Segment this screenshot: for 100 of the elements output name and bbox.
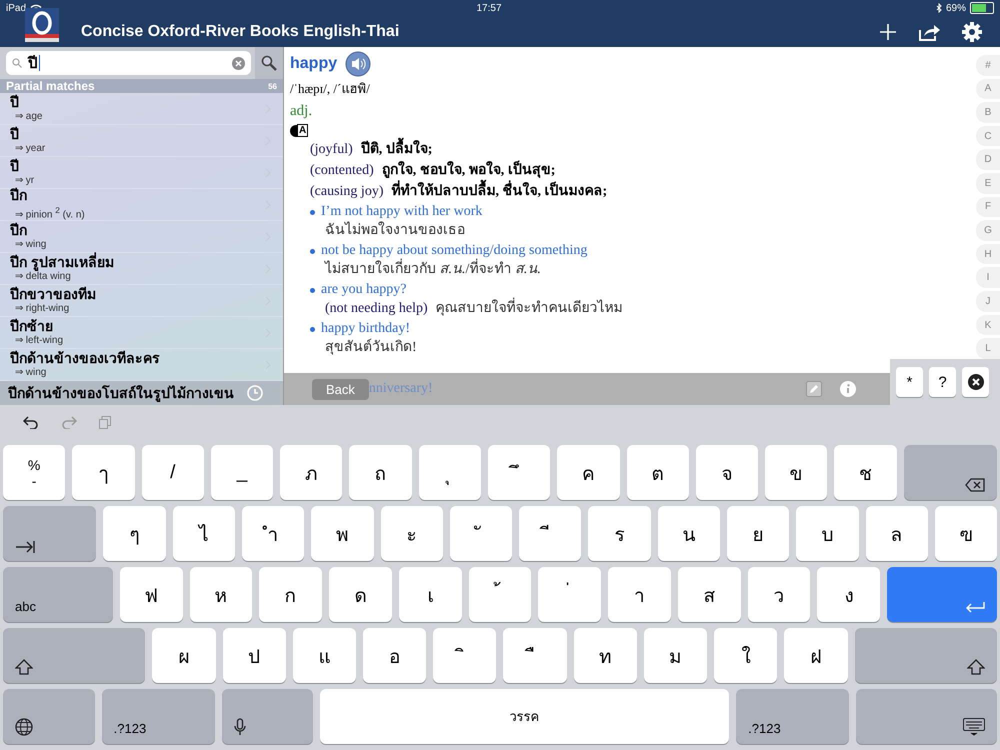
keyboard-key[interactable]: เ bbox=[398, 567, 462, 622]
globe-key[interactable] bbox=[3, 689, 95, 744]
keyboard-key[interactable]: ส bbox=[678, 567, 741, 622]
keyboard-key[interactable]: ั bbox=[450, 506, 512, 561]
keyboard-key[interactable]: ุ bbox=[418, 445, 481, 500]
battery-percent: 69% bbox=[946, 2, 966, 14]
history-clock-icon[interactable] bbox=[247, 385, 263, 401]
keyboard-key[interactable]: ฝ bbox=[784, 628, 848, 683]
result-gloss: ⇒ pinion $^{2}$ (v. n) bbox=[14, 204, 86, 222]
sense-translation: ถูกใจ, ชอบใจ, พอใจ, เป็นสุข; bbox=[382, 160, 556, 181]
keyboard-key[interactable]: ่ bbox=[538, 567, 602, 622]
keyboard-key[interactable]: ฟ bbox=[120, 567, 183, 622]
backspace-icon bbox=[965, 478, 986, 492]
close-icon bbox=[968, 374, 984, 390]
num-key[interactable]: .?123 bbox=[736, 689, 849, 744]
keyboard-key[interactable]: บ bbox=[796, 506, 858, 561]
keyboard-key[interactable]: ้ bbox=[468, 567, 532, 622]
sense-label: (joyful) bbox=[310, 141, 353, 159]
undo-icon[interactable] bbox=[23, 415, 39, 429]
info-icon[interactable] bbox=[840, 381, 856, 397]
keyboard-key[interactable]: ึ bbox=[488, 445, 550, 500]
keyboard-key[interactable]: ห bbox=[190, 567, 252, 622]
keyboard-key[interactable]: ข bbox=[765, 445, 828, 500]
keyboard-key[interactable]: ร bbox=[588, 506, 651, 561]
keyboard-key[interactable]: ี bbox=[519, 506, 582, 561]
keyboard-key[interactable]: ำ bbox=[242, 506, 304, 561]
sense-translation: ปีติ, ปลื้มใจ; bbox=[360, 139, 432, 160]
result-gloss: ⇒ left-wing bbox=[14, 335, 64, 347]
pencil-icon[interactable] bbox=[806, 381, 822, 397]
result-gloss: ⇒ yr bbox=[14, 175, 36, 187]
keyboard-key[interactable]: แ bbox=[292, 628, 356, 683]
keyboard-key[interactable]: ช bbox=[834, 445, 897, 500]
example-phrase: happy birthday! bbox=[321, 320, 410, 338]
space-key[interactable]: วรรค bbox=[320, 689, 730, 744]
keyboard-key[interactable]: ย bbox=[726, 506, 790, 561]
keyboard-key[interactable]: ไ bbox=[172, 506, 235, 561]
section-title: Partial matches bbox=[6, 79, 95, 93]
settings-icon[interactable] bbox=[962, 22, 982, 42]
num-key[interactable]: .?123 bbox=[102, 689, 214, 744]
keyboard-key[interactable]: พ bbox=[311, 506, 374, 561]
accessory-key[interactable]: * bbox=[896, 367, 923, 397]
keyboard-key[interactable]: ต bbox=[626, 445, 689, 500]
clear-button[interactable] bbox=[962, 367, 989, 397]
add-icon[interactable] bbox=[880, 24, 896, 40]
result-item[interactable]: ปี ⇒ yr bbox=[0, 157, 283, 189]
keyboard-key[interactable]: ม bbox=[644, 628, 708, 683]
example-translation: คุณสบายใจที่จะทำคนเดียวไหม bbox=[436, 299, 623, 319]
result-item[interactable]: ปีก ⇒ wing bbox=[0, 221, 283, 253]
clear-icon[interactable] bbox=[232, 56, 245, 70]
redo-icon[interactable] bbox=[61, 415, 77, 429]
keyboard-key[interactable]: ะ bbox=[380, 506, 443, 561]
keyboard-key[interactable]: _ bbox=[210, 445, 274, 500]
keyboard-key[interactable]: % - bbox=[3, 445, 66, 500]
keyboard-key[interactable]: ท bbox=[574, 628, 637, 683]
keyboard-key[interactable]: ใ bbox=[714, 628, 778, 683]
search-icon bbox=[12, 58, 22, 68]
accessory-key[interactable]: ? bbox=[929, 367, 956, 397]
keyboard-key[interactable]: ล bbox=[866, 506, 928, 561]
share-icon[interactable] bbox=[918, 22, 940, 40]
delete-key[interactable] bbox=[904, 445, 998, 500]
paste-icon[interactable] bbox=[99, 416, 111, 428]
keyboard-key[interactable]: ด bbox=[329, 567, 392, 622]
keyboard-key[interactable]: ผ bbox=[152, 628, 216, 683]
result-item[interactable]: ปีกซ้าย ⇒ left-wing bbox=[0, 317, 283, 349]
keyboard-key[interactable]: า bbox=[608, 567, 671, 622]
keyboard-key[interactable]: ๅ bbox=[72, 445, 135, 500]
result-item[interactable]: ปี ⇒ age bbox=[0, 93, 283, 125]
keyboard-key[interactable]: จ bbox=[696, 445, 758, 500]
keyboard-key[interactable]: ภ bbox=[280, 445, 342, 500]
result-headword: ปี bbox=[10, 94, 20, 111]
result-item[interactable]: ปีก รูปสามเหลี่ยม ⇒ delta wing bbox=[0, 253, 283, 285]
device-name: iPad bbox=[6, 2, 26, 14]
search-button[interactable] bbox=[255, 47, 283, 79]
result-gloss: ⇒ age bbox=[14, 111, 44, 123]
result-item[interactable]: ปีกขวาของทีม ⇒ right-wing bbox=[0, 285, 283, 317]
result-item[interactable]: ปี ⇒ year bbox=[0, 125, 283, 157]
keyboard-key[interactable]: ื bbox=[503, 628, 567, 683]
abc-key[interactable]: abc bbox=[3, 567, 113, 622]
return-arrow-icon bbox=[965, 602, 986, 614]
keyboard-key[interactable]: ก bbox=[259, 567, 322, 622]
keyboard-key[interactable]: น bbox=[658, 506, 720, 561]
keyboard-key[interactable]: ง bbox=[817, 567, 880, 622]
usage-note: (not needing help) bbox=[325, 300, 428, 318]
keyboard-key[interactable]: ิ bbox=[433, 628, 496, 683]
speaker-icon[interactable] bbox=[345, 51, 372, 77]
search-field[interactable]: ปี bbox=[6, 51, 251, 75]
keyboard-key[interactable]: / bbox=[142, 445, 204, 500]
result-gloss: ⇒ delta wing bbox=[14, 271, 72, 283]
keyboard-key[interactable]: ฃ bbox=[934, 506, 998, 561]
microphone-icon bbox=[234, 718, 246, 736]
keyboard-key[interactable]: ป bbox=[222, 628, 286, 683]
keyboard-key[interactable]: ถ bbox=[349, 445, 412, 500]
keyboard-key[interactable]: อ bbox=[363, 628, 426, 683]
keyboard-key[interactable]: ว bbox=[748, 567, 810, 622]
result-item[interactable]: ปีก ⇒ pinion $^{2}$ (v. n) bbox=[0, 189, 283, 221]
sense-translation: ที่ทำให้ปลาบปลื้ม, ชื่นใจ, เป็นมงคล; bbox=[391, 181, 608, 202]
keyboard-key[interactable]: ๆ bbox=[103, 506, 166, 561]
tab-arrow-icon bbox=[15, 541, 35, 553]
keyboard-key[interactable]: ค bbox=[557, 445, 620, 500]
return-key[interactable] bbox=[887, 567, 998, 622]
